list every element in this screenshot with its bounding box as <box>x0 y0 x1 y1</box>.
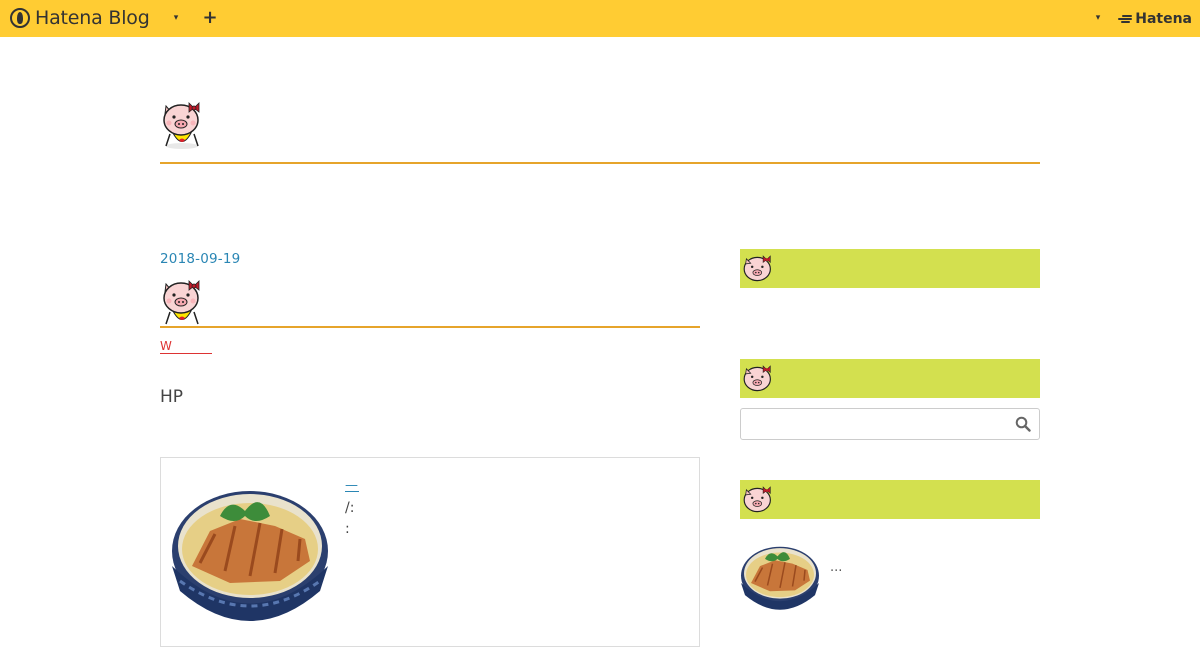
account-menu-dropdown[interactable]: ▾ <box>1092 11 1104 25</box>
katsudon-image-icon <box>170 471 330 636</box>
embed-description-line: : <box>345 521 350 537</box>
search-icon[interactable] <box>1015 416 1031 432</box>
sidebar-module-search-title <box>740 359 1040 398</box>
sidebar-module-recent-title <box>740 480 1040 519</box>
pig-face-icon <box>743 365 771 392</box>
katsudon-image-icon <box>740 537 820 617</box>
pig-face-icon <box>743 255 771 282</box>
entry-date-link[interactable]: 2018-09-19 <box>160 251 240 267</box>
pig-mascot-icon <box>163 280 200 325</box>
blog-search-input[interactable] <box>740 408 1040 440</box>
blog-header <box>160 100 1040 164</box>
embed-title-link[interactable]: — <box>345 478 359 493</box>
embed-description-line: /: <box>345 500 355 516</box>
hatena-label: Hatena <box>1135 11 1192 27</box>
embed-card[interactable]: — /: : <box>160 457 700 647</box>
recent-entry-excerpt: ... <box>830 560 843 575</box>
hatena-lines-icon <box>1118 14 1133 24</box>
brand-label: Hatena Blog <box>35 7 150 29</box>
entry-category-link[interactable]: W <box>160 339 212 354</box>
new-entry-button[interactable]: + <box>202 7 218 29</box>
hatena-blog-logo[interactable]: Hatena Blog <box>10 7 150 29</box>
hatena-link[interactable]: Hatena <box>1118 9 1192 29</box>
hatena-blog-logo-icon <box>10 8 30 28</box>
recent-entry-thumbnail[interactable] <box>740 537 820 617</box>
blog-menu-dropdown[interactable]: ▾ <box>170 11 182 25</box>
entry-body-text: HP <box>160 387 184 407</box>
pig-mascot-icon[interactable] <box>160 100 204 150</box>
katsudon-thumbnail[interactable] <box>170 471 330 636</box>
sidebar-module-profile-title <box>740 249 1040 288</box>
entry-title[interactable] <box>160 278 700 328</box>
pig-face-icon <box>743 486 771 513</box>
global-header: Hatena Blog ▾ + ▾ Hatena <box>0 0 1200 37</box>
